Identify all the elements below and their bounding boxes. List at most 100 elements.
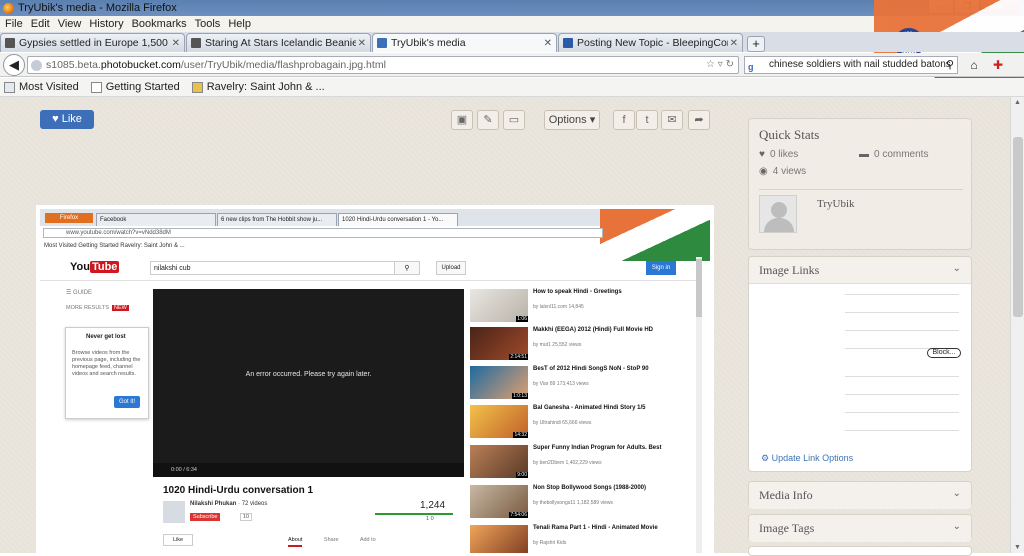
chevron-down-icon: ⌄ <box>952 488 961 499</box>
scroll-down-icon[interactable]: ▼ <box>1014 544 1021 551</box>
image-links-header[interactable]: Image Links ⌄ <box>749 257 971 284</box>
link-field[interactable] <box>845 394 959 395</box>
scroll-up-icon[interactable]: ▲ <box>1014 99 1021 106</box>
folder-icon[interactable]: ▭ <box>503 110 525 130</box>
related-meta: by lalsnl11.com 14,845 <box>533 304 584 310</box>
globe-icon <box>31 60 42 71</box>
tab-bleepingcomputer[interactable]: Posting New Topic - BleepingCompu... ✕ <box>558 33 743 52</box>
search-icon[interactable]: ⚲ <box>946 57 954 73</box>
comments-count: 0 comments <box>874 149 929 160</box>
options-dropdown[interactable]: Options ▾ <box>544 110 600 130</box>
gear-icon: ⚙ <box>761 453 770 463</box>
media-info-header[interactable]: Media Info ⌄ <box>749 482 971 509</box>
related-duration: 1:06 <box>516 316 528 322</box>
tab-tryubik-media[interactable]: TryUbik's media ✕ <box>372 33 557 52</box>
bookmarks-toolbar: Most Visited Getting Started Ravelry: Sa… <box>0 78 1024 97</box>
image-tags-header[interactable]: Image Tags ⌄ <box>749 515 971 542</box>
back-button[interactable]: ◀ <box>3 54 25 76</box>
image-tags-title: Image Tags <box>759 521 815 535</box>
menu-view[interactable]: View <box>58 18 82 30</box>
bookmark-ravelry[interactable]: Ravelry: Saint John & ... <box>191 81 325 93</box>
related-meta: by ben2Dbem 1,402,229 views <box>533 460 602 466</box>
link-field[interactable] <box>845 312 959 313</box>
print-icon[interactable]: ▣ <box>451 110 473 130</box>
menu-bookmarks[interactable]: Bookmarks <box>132 18 187 30</box>
embedded-bookmarks: Most Visited Getting Started Ravelry: Sa… <box>44 243 185 249</box>
menu-history[interactable]: History <box>89 18 123 30</box>
embedded-firefox-button: Firefox <box>45 213 93 223</box>
popup-title: Never get lost <box>86 334 126 340</box>
related-title: Non Stop Bollywood Songs (1988-2000) <box>533 485 647 491</box>
like-label: Like <box>61 113 82 125</box>
bookmark-star-icon[interactable]: ☆ <box>706 59 715 70</box>
update-link-options[interactable]: ⚙ Update Link Options <box>761 453 853 464</box>
bookmark-getting-started[interactable]: Getting Started <box>90 81 180 93</box>
bookmark-most-visited[interactable]: Most Visited <box>4 81 79 93</box>
popup-body: Browse videos from the previous page, in… <box>72 350 141 377</box>
edit-icon[interactable]: ✎ <box>477 110 499 130</box>
related-duration: 14:32 <box>513 432 528 438</box>
link-field[interactable] <box>845 412 959 413</box>
embedded-url: www.youtube.com/watch?v=vNdd38dM <box>43 228 603 238</box>
image-tags-panel[interactable]: Image Tags ⌄ <box>748 514 972 542</box>
close-tab-icon[interactable]: ✕ <box>172 38 180 49</box>
youtube-logo: You Tube <box>70 261 120 273</box>
tab-gypsies[interactable]: Gypsies settled in Europe 1,500 years ..… <box>0 33 185 52</box>
media-image[interactable]: Firefox Facebook 6 new clips from The Ho… <box>40 209 710 553</box>
close-tab-icon[interactable]: ✕ <box>730 38 738 49</box>
link-field[interactable] <box>845 376 959 377</box>
window-title: TryUbik's media - Mozilla Firefox <box>18 2 177 14</box>
menu-file[interactable]: File <box>5 18 23 30</box>
related-video: 1:0:13 BesT of 2012 Hindi SongS NoN - Sto… <box>470 366 670 402</box>
tab-beanie[interactable]: Staring At Stars Icelandic Beanie - Urb.… <box>186 33 371 52</box>
logo-you: You <box>70 261 90 273</box>
guide-label: GUIDE <box>73 290 93 296</box>
link-field[interactable] <box>845 294 959 295</box>
link-field[interactable] <box>845 330 959 331</box>
media-info-panel[interactable]: Media Info ⌄ <box>748 481 972 509</box>
update-link-label: Update Link Options <box>771 453 854 463</box>
share-icon[interactable]: ➦ <box>688 110 710 130</box>
menu-help[interactable]: Help <box>228 18 251 30</box>
tab-label: Staring At Stars Icelandic Beanie - Urb.… <box>205 37 356 49</box>
likes-count: 0 likes <box>769 149 799 160</box>
channel-videos: · 72 videos <box>238 501 268 507</box>
menu-edit[interactable]: Edit <box>31 18 50 30</box>
site-favicon-icon <box>5 38 15 48</box>
embedded-like-button: Like <box>163 534 193 546</box>
menu-bar: File Edit View History Bookmarks Tools H… <box>0 16 1024 32</box>
url-controls: ☆ ▿ ↻ <box>706 57 734 73</box>
close-tab-icon[interactable]: ✕ <box>358 38 366 49</box>
addon-icon[interactable]: ✚ <box>990 57 1006 73</box>
close-tab-icon[interactable]: ✕ <box>544 38 552 49</box>
url-bar[interactable]: s1085.beta.photobucket.com/user/TryUbik/… <box>27 56 739 74</box>
related-meta: by Rajshri Kids <box>533 540 567 546</box>
scroll-thumb[interactable] <box>1013 137 1023 317</box>
email-icon[interactable]: ✉ <box>661 110 683 130</box>
home-icon[interactable]: ⌂ <box>966 57 982 73</box>
username-link[interactable]: TryUbik <box>817 198 855 210</box>
twitter-icon[interactable]: t <box>636 110 658 130</box>
quick-stats-title: Quick Stats <box>759 127 820 142</box>
link-field[interactable] <box>845 430 959 431</box>
nav-icons: ⌂ ✚ <box>966 57 1014 73</box>
user-avatar[interactable] <box>759 195 797 233</box>
reload-icon[interactable]: ↻ <box>726 59 734 70</box>
like-button[interactable]: ♥ Like <box>40 110 94 129</box>
dropdown-icon[interactable]: ▿ <box>718 59 723 70</box>
menu-tools[interactable]: Tools <box>195 18 221 30</box>
facebook-icon[interactable]: f <box>613 110 635 130</box>
embedded-views: 1,244 <box>420 500 446 511</box>
embedded-sub-count: 10 <box>240 513 253 521</box>
bookmark-label: Most Visited <box>19 81 79 93</box>
url-prefix: s1085.beta. <box>46 59 101 71</box>
channel-name: Nilakshi Phukan <box>190 501 237 507</box>
related-meta: by Ultrahindi 65,666 views <box>533 420 592 426</box>
embedded-tab: 6 new clips from The Hobbit show ju... <box>217 213 337 226</box>
page-scrollbar[interactable]: ▲ ▼ <box>1010 97 1024 553</box>
related-title: Bal Ganesha - Animated Hindi Story 1/5 <box>533 405 646 411</box>
search-bar[interactable]: g chinese soldiers with nail studded bat… <box>744 56 958 74</box>
related-duration: 1:0:13 <box>512 393 528 399</box>
search-input[interactable]: chinese soldiers with nail studded baton… <box>769 59 951 70</box>
new-tab-button[interactable]: + <box>747 36 765 52</box>
